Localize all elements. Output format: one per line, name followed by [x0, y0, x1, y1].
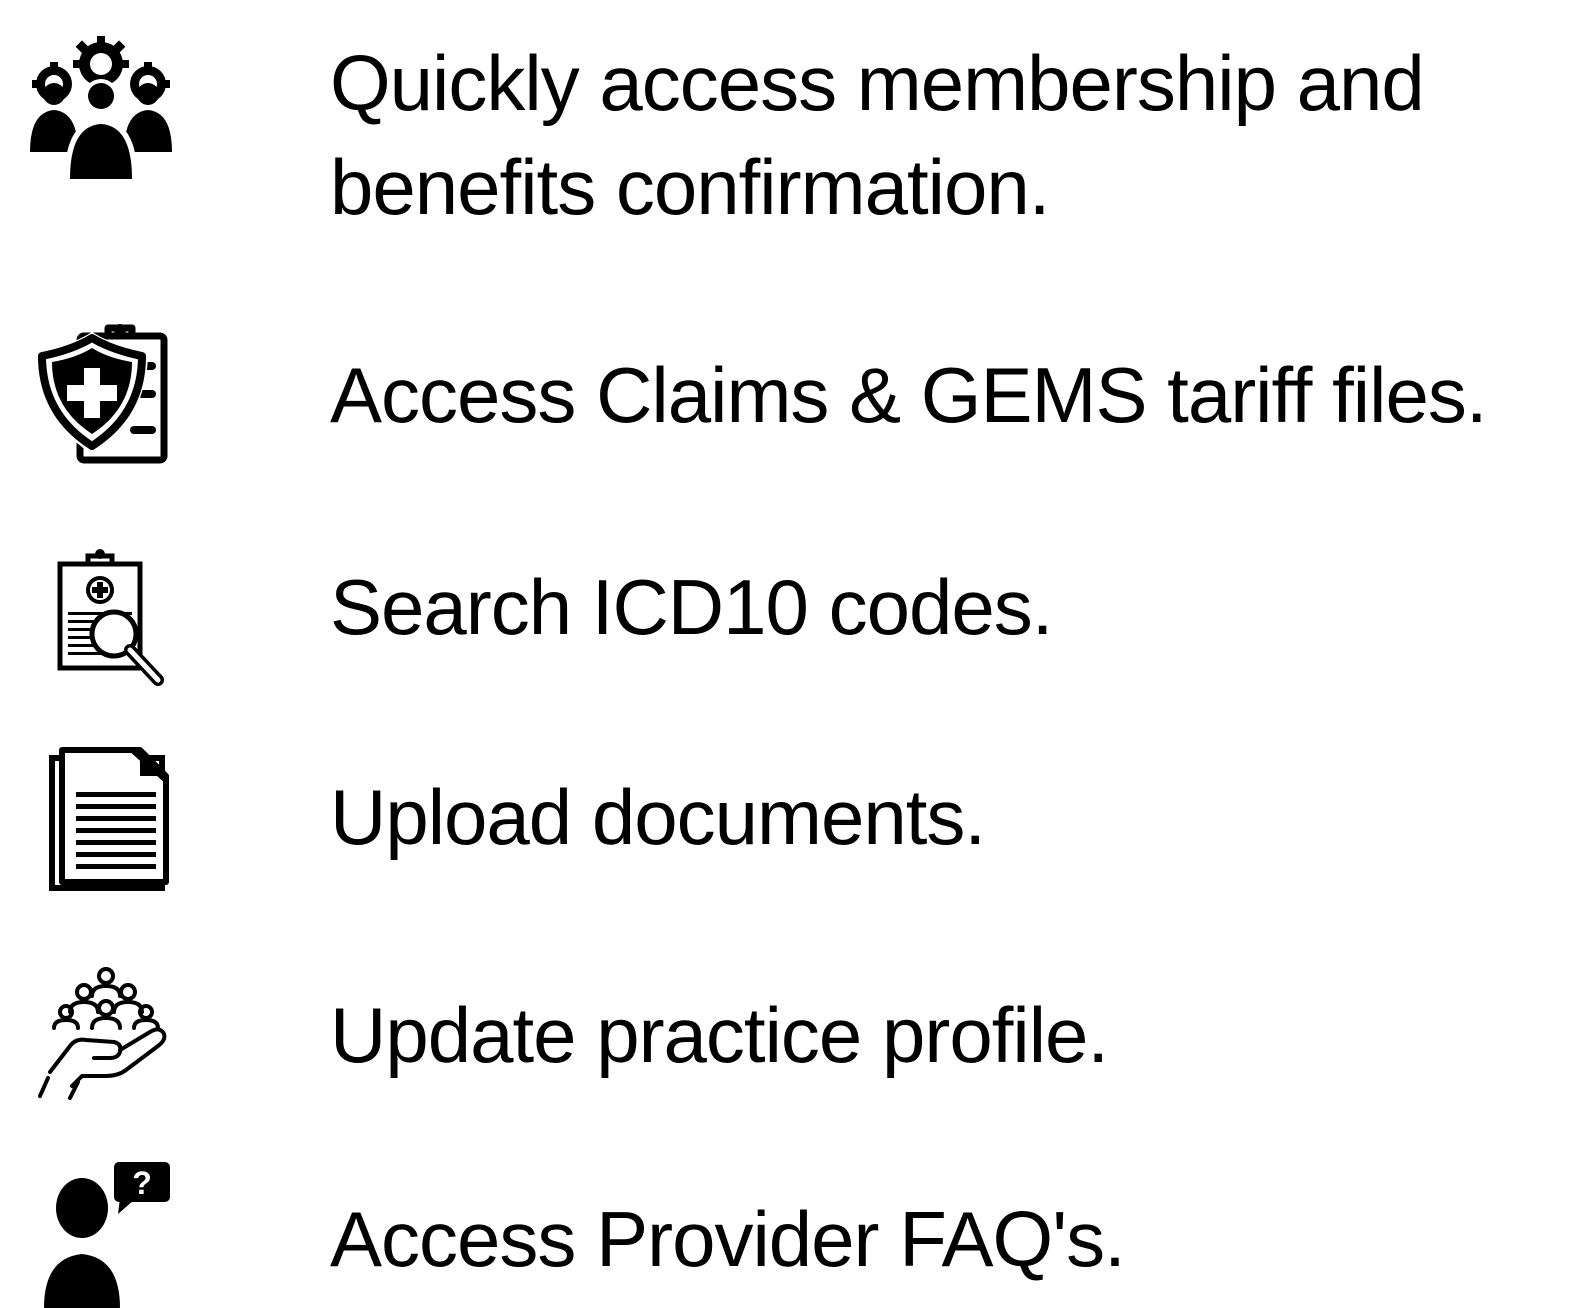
people-gears-icon: [26, 34, 176, 184]
clipboard-search-icon: [30, 546, 180, 696]
documents-icon: [30, 744, 180, 894]
feature-text: Access Provider FAQ's.: [330, 1195, 1126, 1283]
feature-icd10: Search ICD10 codes.: [0, 540, 1584, 690]
feature-profile: Update practice profile.: [0, 960, 1584, 1100]
person-question-icon: ?: [26, 1158, 176, 1308]
feature-text: Upload documents.: [330, 773, 986, 861]
feature-text: Search ICD10 codes.: [330, 563, 1053, 651]
svg-text:?: ?: [132, 1165, 152, 1201]
feature-membership: Quickly access membership and benefits c…: [0, 0, 1584, 260]
feature-text: Update practice profile.: [330, 991, 1109, 1079]
feature-text-line1: Quickly access membership and: [330, 39, 1425, 127]
feature-faq: ? Access Provider FAQ's.: [0, 1150, 1584, 1308]
feature-upload: Upload documents.: [0, 740, 1584, 900]
hand-people-icon: [26, 962, 176, 1112]
feature-text-line2: benefits confirmation.: [330, 143, 1050, 231]
feature-text: Access Claims & GEMS tariff files.: [330, 351, 1487, 439]
feature-claims: Access Claims & GEMS tariff files.: [0, 320, 1584, 470]
shield-clipboard-icon: [30, 322, 180, 472]
